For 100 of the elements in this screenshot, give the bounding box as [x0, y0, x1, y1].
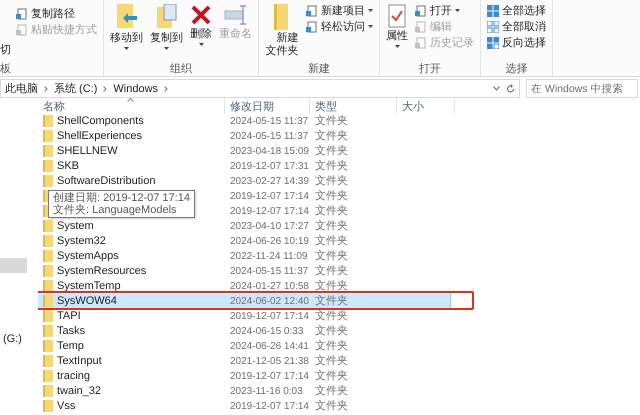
ribbon-button[interactable]: 反向选择	[485, 35, 548, 50]
file-type: 文件夹	[315, 355, 348, 367]
modified-date: 2023-04-10 17:27	[230, 220, 309, 232]
modified-date: 2024-05-15 11:37	[230, 116, 308, 126]
file-name: System	[57, 220, 94, 232]
file-name: SystemTemp	[57, 280, 121, 292]
file-name: Tasks	[57, 324, 86, 336]
ribbon-button[interactable]: 切	[0, 42, 11, 62]
column-header[interactable]: 名称	[38, 98, 225, 113]
document-icon	[306, 20, 318, 32]
chevron-icon	[103, 86, 108, 92]
file-type: 文件夹	[315, 370, 348, 382]
file-type: 文件夹	[315, 340, 348, 352]
group-label: 打开	[419, 62, 441, 76]
ribbon-button[interactable]: 移动到	[108, 2, 145, 62]
column-header[interactable]: 类型	[310, 98, 397, 113]
folder-icon	[43, 234, 53, 246]
chevron-icon	[164, 86, 168, 92]
folder-icon	[43, 324, 53, 336]
tooltip-text: 文件夹: LanguageModels	[53, 204, 178, 216]
file-type: 文件夹	[315, 145, 348, 157]
nav-item[interactable]: (G:)	[0, 333, 27, 348]
folder-icon	[43, 264, 53, 276]
file-type: 文件夹	[315, 280, 348, 292]
file-name: System32	[57, 234, 106, 246]
folder-icon	[43, 144, 53, 156]
folder-icon	[274, 4, 290, 30]
column-header[interactable]: 大小	[397, 98, 455, 113]
ribbon-button[interactable]: 全部取消	[485, 19, 548, 34]
modified-date: 2023-02-27 14:39	[230, 176, 309, 186]
modified-date: 2023-11-16 0:03	[230, 386, 303, 396]
command-icon	[114, 4, 138, 30]
grid-icon	[487, 4, 499, 16]
group-label: 选择	[506, 62, 528, 76]
file-name: tracing	[57, 370, 90, 382]
folder-icon	[43, 280, 53, 292]
folder-icon	[43, 370, 53, 382]
folder-icon	[43, 354, 53, 366]
breadcrumb[interactable]: 此电脑	[5, 81, 38, 96]
file-type: 文件夹	[315, 400, 348, 412]
group-label: 组织	[170, 62, 192, 76]
modified-date: 2024-06-26 14:41	[230, 340, 309, 352]
file-type: 文件夹	[315, 235, 348, 247]
modified-date: 2024-06-02 12:40	[230, 296, 309, 306]
folder-icon	[43, 400, 53, 412]
ribbon-button[interactable]: 全部选择	[485, 3, 548, 18]
file-name: SystemApps	[57, 250, 119, 262]
modified-date: 2019-12-07 17:14	[230, 206, 309, 216]
ribbon-button[interactable]: 新建文件夹	[263, 2, 301, 62]
file-type: 文件夹	[315, 130, 348, 142]
group-label: 新建	[308, 62, 330, 76]
file-type: 文件夹	[315, 175, 348, 187]
document-icon	[16, 24, 28, 36]
file-name: SystemResources	[57, 264, 146, 276]
file-type: 文件夹	[315, 190, 348, 202]
chevron-down-icon[interactable]	[493, 86, 500, 91]
file-type: 文件夹	[315, 205, 348, 217]
address-bar[interactable]: 此电脑 系统 (C:) Windows	[0, 79, 520, 98]
modified-date: 2024-05-15 11:37	[230, 266, 308, 276]
file-type: 文件夹	[315, 295, 348, 307]
search-field[interactable]: 在 Windows 中搜索	[526, 79, 638, 98]
document-icon	[16, 8, 28, 20]
ribbon-button[interactable]: 删除	[188, 2, 214, 62]
folder-icon	[43, 250, 53, 262]
ribbon-button[interactable]: 复制路径	[14, 6, 99, 21]
modified-date: 2019-12-07 17:14	[230, 310, 309, 322]
modified-date: 2019-12-07 17:31	[230, 160, 309, 172]
command-icon	[156, 4, 178, 30]
modified-date: 2024-06-26 10:19	[230, 236, 309, 246]
command-icon	[224, 4, 248, 26]
column-header[interactable]: 修改日期	[225, 98, 310, 113]
selected-row[interactable]: SysWOW64 2024-06-02 12:40 文件夹	[38, 293, 450, 308]
document-icon	[306, 4, 318, 16]
ribbon-button[interactable]: 新建项目	[304, 3, 375, 18]
modified-date: 2022-11-24 11:09	[230, 250, 308, 262]
folder-icon	[43, 384, 53, 396]
modified-date: 2021-12-05 21:38	[230, 356, 309, 366]
grid-icon	[487, 36, 499, 48]
file-name: ShellExperiences	[57, 130, 142, 142]
close-icon	[190, 4, 212, 26]
modified-date: 2024-01-27 10:58	[230, 280, 309, 292]
file-name: SoftwareDistribution	[57, 174, 156, 186]
ribbon-button[interactable]: 复制到	[148, 2, 185, 62]
refresh-icon[interactable]	[506, 84, 515, 94]
file-type: 文件夹	[315, 250, 348, 262]
ribbon-button[interactable]: 打开	[413, 3, 476, 18]
ribbon-button[interactable]: 轻松访问	[304, 19, 375, 34]
file-name: ShellComponents	[57, 114, 144, 126]
file-name: TAPI	[57, 310, 81, 322]
file-type: 文件夹	[315, 220, 348, 232]
breadcrumb[interactable]: 系统 (C:)	[54, 81, 98, 96]
folder-icon	[43, 310, 53, 322]
file-type: 文件夹	[315, 115, 348, 127]
modified-date: 2019-12-07 17:14	[230, 400, 309, 412]
file-name: TextInput	[57, 354, 102, 366]
ribbon-button[interactable]: 属性	[384, 2, 410, 62]
breadcrumb[interactable]: Windows	[113, 82, 158, 94]
modified-date: 2019-12-07 17:14	[230, 190, 309, 202]
file-name: SysWOW64	[57, 294, 117, 306]
file-name: Temp	[57, 340, 84, 352]
